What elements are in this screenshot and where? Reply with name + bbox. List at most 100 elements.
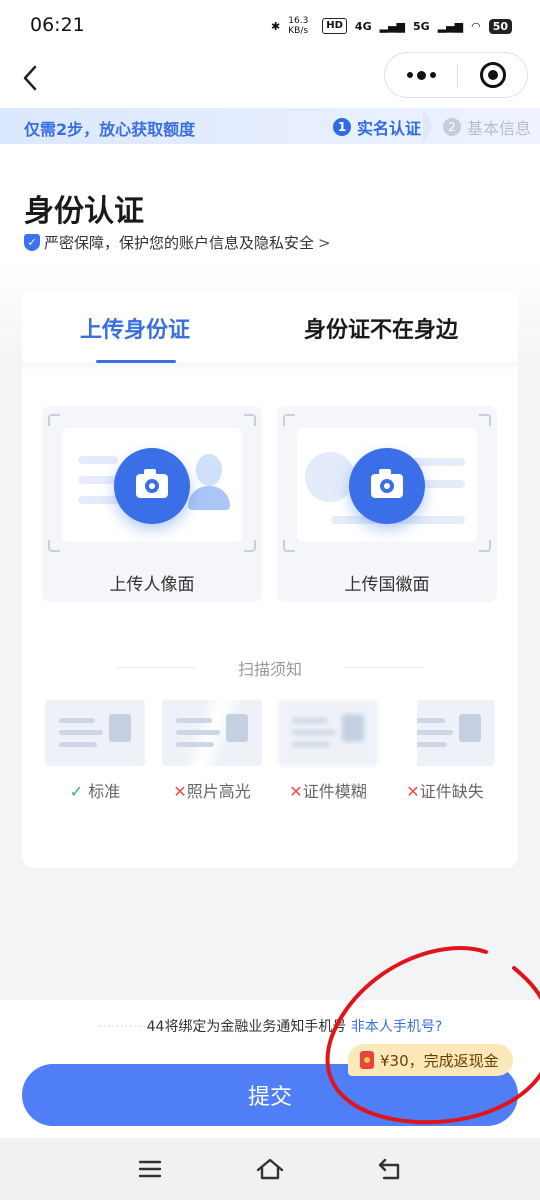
- chevron-right-icon: >: [318, 233, 331, 252]
- sample-standard-image: [45, 700, 145, 766]
- not-my-phone-link[interactable]: 非本人手机号?: [351, 1019, 442, 1035]
- return-button[interactable]: [368, 1152, 412, 1186]
- camera-lens: [145, 479, 159, 493]
- camera-lens: [380, 479, 394, 493]
- step2-label: 基本信息: [467, 119, 532, 138]
- frame-corner: [48, 540, 60, 552]
- emblem-icon: [305, 452, 355, 502]
- portrait-icon: [188, 454, 230, 514]
- sample-photo: [459, 714, 481, 742]
- step1-label: 实名认证: [357, 119, 422, 138]
- portrait-head: [196, 454, 222, 486]
- step-arrow: [423, 108, 433, 144]
- camera-icon: [349, 448, 425, 524]
- sample-photo: [109, 714, 131, 742]
- status-time: 06:21: [30, 14, 85, 36]
- network-5g: 5G: [413, 19, 430, 33]
- cross-icon: ✕: [173, 782, 187, 801]
- sample-standard-label: ✓ 标准: [45, 778, 145, 802]
- notice-text: 将绑定为金融业务通知手机号: [164, 1019, 347, 1035]
- sample-line: [176, 742, 214, 747]
- id-upload-card: 上传身份证 身份证不在身边 上传人像面 上传国徽面 扫描须知 ✓ 标准 ✕照片高…: [22, 290, 518, 868]
- sample-line: [292, 742, 330, 747]
- more-dots-icon: [406, 72, 413, 78]
- sample-line: [417, 718, 445, 723]
- battery-icon: 50: [488, 18, 512, 34]
- upload-back-button[interactable]: 上传国徽面: [277, 406, 497, 602]
- signal-icon-2: ▂▄▆: [437, 19, 464, 33]
- system-navigation-bar: [0, 1138, 540, 1200]
- sample-line: [59, 730, 103, 735]
- step-realname: 1 实名认证: [333, 115, 421, 139]
- security-text: 严密保障，保护您的账户信息及隐私安全: [44, 234, 315, 252]
- sample-line: [292, 718, 328, 723]
- portrait-shoulders: [188, 486, 230, 510]
- sample-line: [417, 742, 447, 747]
- home-icon: [256, 1158, 284, 1180]
- upload-back-label: 上传国徽面: [344, 575, 430, 595]
- nav-bar: [0, 52, 540, 108]
- page-title: 身份认证: [24, 194, 144, 229]
- tab-id-not-present[interactable]: 身份证不在身边: [304, 312, 458, 344]
- return-icon: [378, 1158, 400, 1180]
- sample-blur-label: ✕证件模糊: [278, 778, 378, 802]
- more-dot-center: [416, 70, 426, 80]
- home-button[interactable]: [248, 1152, 292, 1186]
- target-dot: [488, 70, 498, 80]
- sample-line: [417, 730, 453, 735]
- cashback-badge: ¥30，完成返现金: [348, 1044, 513, 1076]
- red-envelope-icon: [360, 1051, 374, 1069]
- phone-tail: 44: [146, 1019, 165, 1035]
- shield-check-icon: ✓: [24, 234, 40, 251]
- sample-line: [292, 730, 336, 735]
- camera-icon: [114, 448, 190, 524]
- sample-blur-image: [278, 700, 378, 766]
- frame-corner: [244, 540, 256, 552]
- sample-missing-image: [417, 700, 495, 766]
- security-notice[interactable]: ✓ 严密保障，保护您的账户信息及隐私安全 >: [24, 232, 331, 253]
- hd-badge: HD: [322, 18, 347, 34]
- step-hint: 仅需2步，放心获取额度: [24, 120, 196, 139]
- scan-tips-title: 扫描须知: [237, 660, 302, 679]
- upload-front-button[interactable]: 上传人像面: [42, 406, 262, 602]
- menu-icon: [138, 1160, 162, 1178]
- frame-corner: [244, 414, 256, 426]
- sample-glare-image: [162, 700, 262, 766]
- step1-number: 1: [333, 118, 351, 136]
- back-button[interactable]: [10, 58, 50, 98]
- sample-line: [176, 730, 220, 735]
- card-line: [78, 456, 118, 464]
- sample-line: [59, 718, 95, 723]
- close-button[interactable]: [457, 53, 529, 97]
- sample-glare-label: ✕照片高光: [162, 778, 262, 802]
- bluetooth-icon: ✱: [271, 19, 281, 33]
- step-progress-bar: 仅需2步，放心获取额度 1 实名认证 2 基本信息: [0, 108, 540, 144]
- status-bar: 06:21 ✱ 16.3 KB/s HD 4G ▂▄▆ 5G ▂▄▆ ◠ 50: [0, 0, 540, 52]
- step-basic-info: 2 基本信息: [443, 115, 531, 139]
- chevron-left-icon: [23, 65, 37, 91]
- more-button[interactable]: [385, 53, 457, 97]
- sample-photo: [342, 714, 364, 742]
- sample-line: [176, 718, 212, 723]
- camera-body: [136, 469, 168, 498]
- sample-missing-label: ✕证件缺失: [395, 778, 495, 802]
- menu-button[interactable]: [128, 1152, 172, 1186]
- divider-line: [344, 667, 424, 668]
- tab-upload-id[interactable]: 上传身份证: [80, 312, 190, 344]
- frame-corner: [283, 540, 295, 552]
- cross-icon: ✕: [289, 782, 303, 801]
- sample-label-text: 标准: [88, 782, 121, 801]
- target-close-icon: [480, 62, 506, 88]
- wifi-icon: ◠: [471, 19, 481, 33]
- sample-label-text: 证件模糊: [302, 782, 367, 801]
- sample-label-text: 照片高光: [186, 782, 251, 801]
- camera-body: [371, 469, 403, 498]
- cross-icon: ✕: [406, 782, 420, 801]
- sample-photo: [226, 714, 248, 742]
- net-speed: 16.3 KB/s: [288, 16, 309, 36]
- phone-binding-notice: ···········44将绑定为金融业务通知手机号 非本人手机号?: [0, 1016, 540, 1036]
- tab-divider: [22, 362, 518, 372]
- more-dot-right: [429, 72, 436, 78]
- active-tab-indicator: [96, 360, 176, 363]
- frame-corner: [479, 414, 491, 426]
